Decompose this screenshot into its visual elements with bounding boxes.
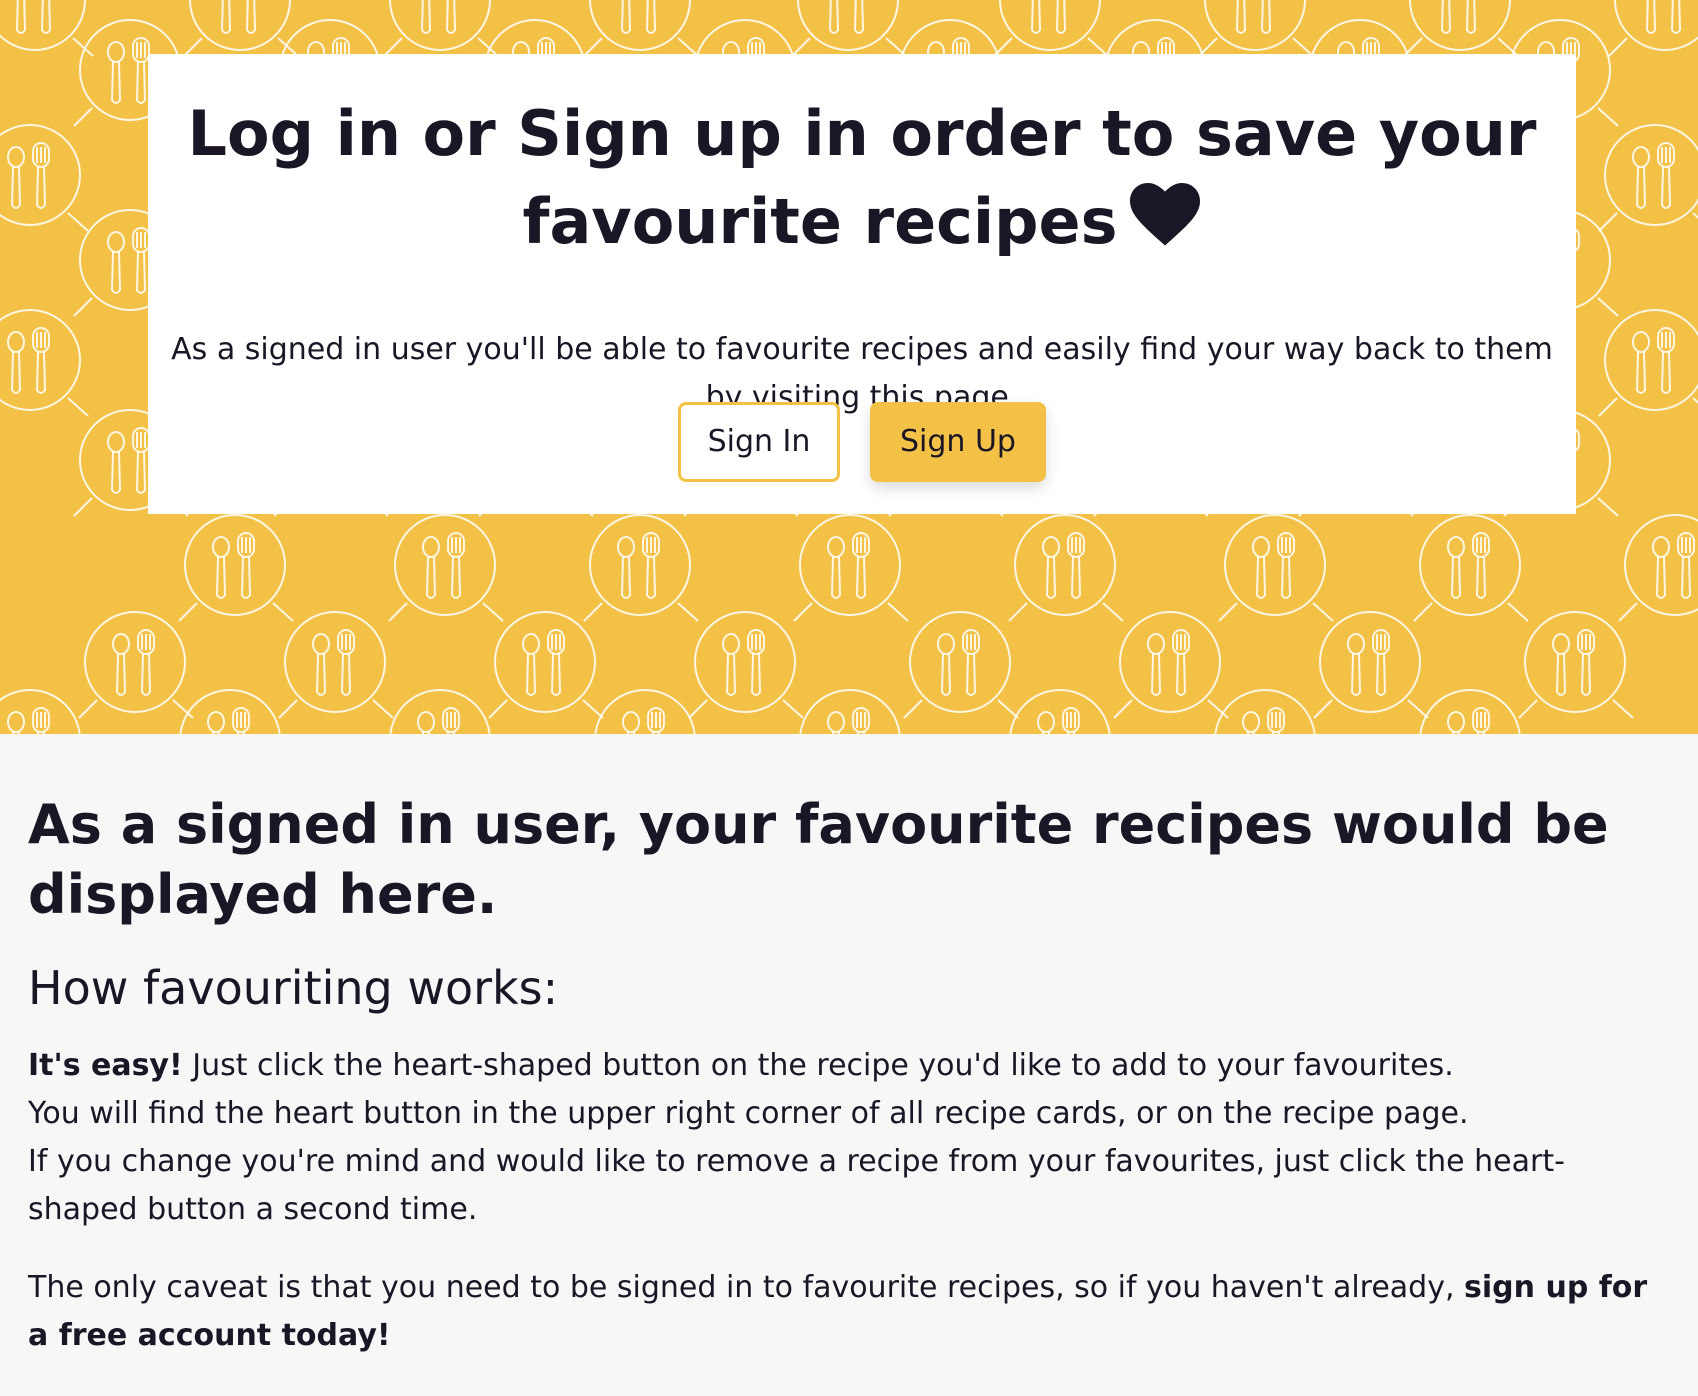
sign-in-button[interactable]: Sign In	[678, 402, 840, 482]
plate-spoon-fork-icon	[793, 514, 909, 622]
plate-spoon-fork-icon	[389, 689, 491, 734]
plate-spoon-fork-icon	[1598, 309, 1698, 417]
how-it-works-heading: How favouriting works:	[28, 961, 559, 1015]
card-title: Log in or Sign up in order to save your …	[168, 90, 1556, 266]
plate-spoon-fork-icon	[1313, 611, 1429, 719]
auth-buttons: Sign In Sign Up	[148, 402, 1576, 482]
plate-spoon-fork-icon	[278, 611, 394, 719]
intro-text: Just click the heart-shaped button on th…	[182, 1048, 1454, 1083]
plate-spoon-fork-icon	[1218, 514, 1334, 622]
plate-spoon-fork-icon	[488, 611, 604, 719]
plate-spoon-fork-icon	[583, 0, 699, 57]
hero-banner: Log in or Sign up in order to save your …	[0, 0, 1698, 734]
login-prompt-card: Log in or Sign up in order to save your …	[148, 54, 1576, 514]
heart-icon	[1129, 183, 1200, 246]
plate-spoon-fork-icon	[178, 514, 294, 622]
instructions-paragraph: It's easy! Just click the heart-shaped b…	[28, 1042, 1668, 1234]
plate-spoon-fork-icon	[1403, 0, 1519, 57]
plate-spoon-fork-icon	[0, 124, 89, 232]
plate-spoon-fork-icon	[183, 0, 299, 57]
plate-spoon-fork-icon	[388, 514, 504, 622]
instructions-line-2: You will find the heart button in the up…	[28, 1096, 1469, 1131]
plate-spoon-fork-icon	[179, 689, 281, 734]
plate-spoon-fork-icon	[583, 514, 699, 622]
instructions-line-3: If you change you're mind and would like…	[28, 1144, 1565, 1227]
page-heading: As a signed in user, your favourite reci…	[28, 793, 1609, 926]
caveat-text: The only caveat is that you need to be s…	[28, 1270, 1465, 1305]
plate-spoon-fork-icon	[1198, 0, 1314, 57]
plate-spoon-fork-icon	[594, 689, 696, 734]
plate-spoon-fork-icon	[0, 309, 89, 417]
intro-bold: It's easy!	[28, 1048, 183, 1083]
plate-spoon-fork-icon	[799, 689, 901, 734]
plate-spoon-fork-icon	[0, 0, 94, 57]
caveat-paragraph: The only caveat is that you need to be s…	[28, 1264, 1668, 1360]
plate-spoon-fork-icon	[1008, 514, 1124, 622]
card-title-text: Log in or Sign up in order to save your …	[187, 97, 1537, 258]
plate-spoon-fork-icon	[1518, 611, 1634, 719]
plate-spoon-fork-icon	[383, 0, 499, 57]
plate-spoon-fork-icon	[688, 611, 804, 719]
plate-spoon-fork-icon	[0, 689, 81, 734]
plate-spoon-fork-icon	[903, 611, 1019, 719]
favourites-info: As a signed in user, your favourite reci…	[28, 790, 1668, 1360]
plate-spoon-fork-icon	[1214, 689, 1316, 734]
plate-spoon-fork-icon	[993, 0, 1109, 57]
plate-spoon-fork-icon	[1113, 611, 1229, 719]
plate-spoon-fork-icon	[1618, 514, 1698, 622]
sign-up-button[interactable]: Sign Up	[870, 402, 1046, 482]
plate-spoon-fork-icon	[1419, 689, 1521, 734]
plate-spoon-fork-icon	[1413, 514, 1529, 622]
plate-spoon-fork-icon	[1598, 124, 1698, 232]
plate-spoon-fork-icon	[1608, 0, 1698, 57]
plate-spoon-fork-icon	[78, 611, 194, 719]
plate-spoon-fork-icon	[791, 0, 907, 57]
plate-spoon-fork-icon	[1009, 689, 1111, 734]
